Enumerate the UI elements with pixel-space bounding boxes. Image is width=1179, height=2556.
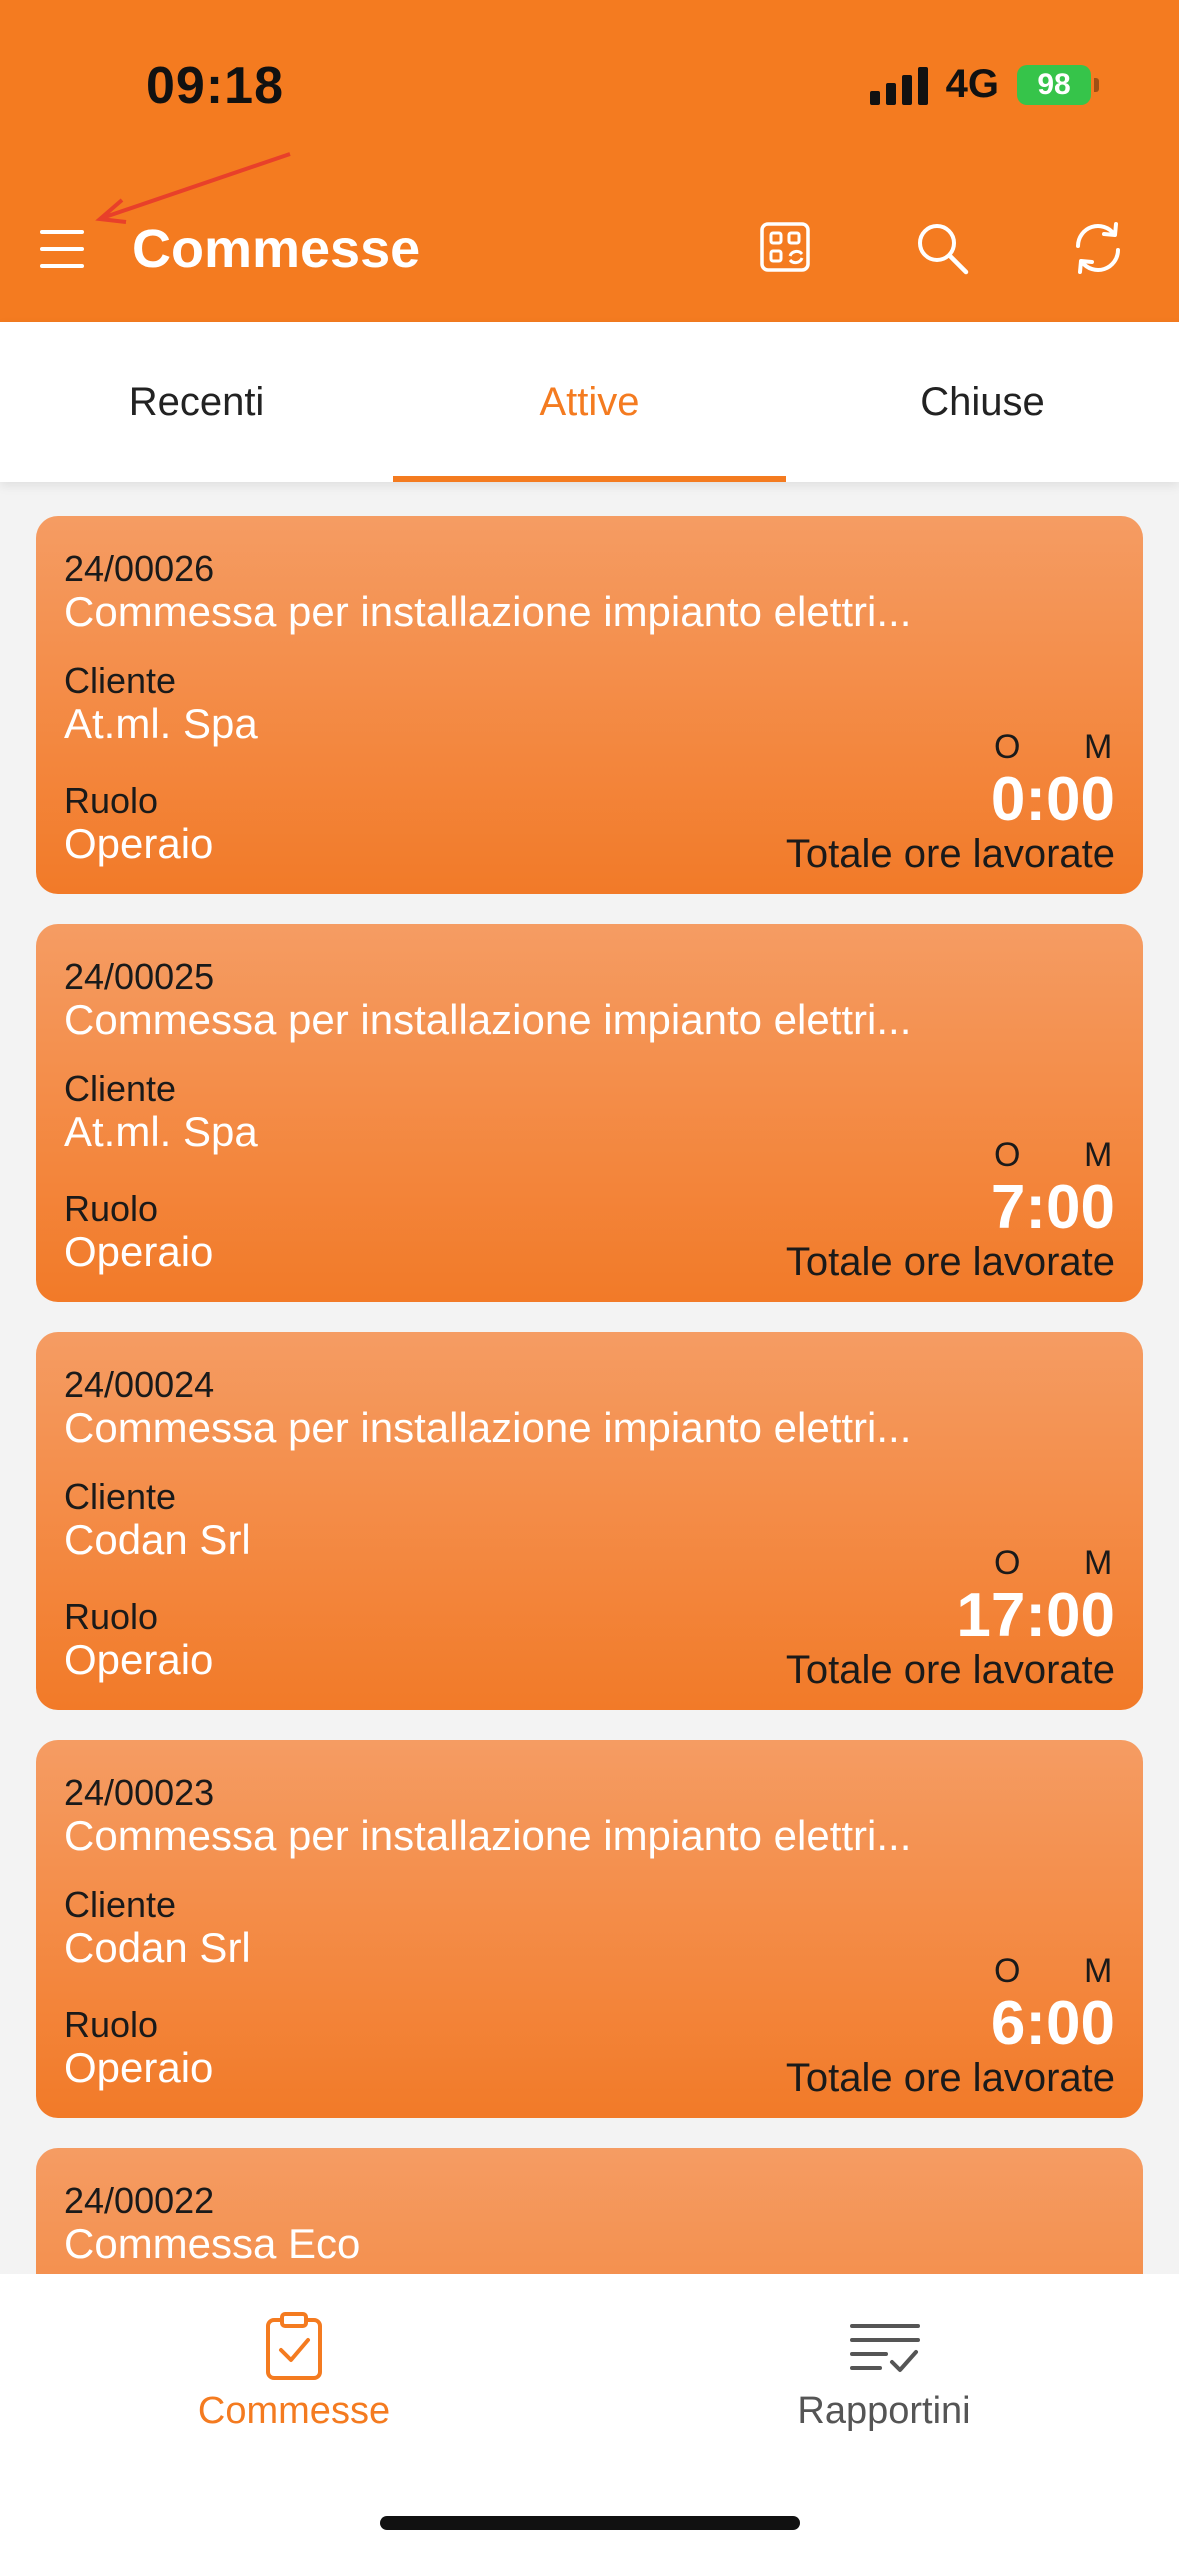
refresh-icon[interactable]: [1070, 220, 1126, 276]
commessa-description: Commessa per installazione impianto elet…: [64, 996, 912, 1043]
search-icon[interactable]: [914, 220, 970, 276]
commessa-description: Commessa per installazione impianto elet…: [64, 588, 912, 635]
nav-rapportini[interactable]: Rapportini: [674, 2312, 1094, 2432]
network-label: 4G: [945, 62, 999, 106]
role-value: Operaio: [64, 820, 214, 867]
bottom-nav: Commesse Rapportini: [0, 2274, 1179, 2556]
hours-o-label: O: [994, 1136, 1021, 1174]
tab-bar: Recenti Attive Chiuse: [0, 322, 1179, 482]
status-time: 09:18: [146, 57, 284, 115]
clipboard-check-icon: [266, 2312, 322, 2380]
total-hours-label: Totale ore lavorate: [785, 2056, 1115, 2100]
client-name: At.ml. Spa: [64, 1108, 258, 1155]
client-label: Cliente: [64, 660, 177, 701]
minutes-m-label: M: [1084, 1136, 1113, 1174]
commessa-card[interactable]: 24/00025 Commessa per installazione impi…: [36, 924, 1143, 1302]
commessa-code: 24/00025: [64, 956, 215, 997]
role-value: Operaio: [64, 1636, 214, 1683]
commessa-description: Commessa Eco: [64, 2220, 361, 2267]
total-hours-label: Totale ore lavorate: [785, 832, 1115, 876]
client-label: Cliente: [64, 1884, 177, 1925]
minutes-m-label: M: [1084, 1544, 1113, 1582]
role-label: Ruolo: [64, 1188, 159, 1229]
client-name: At.ml. Spa: [64, 700, 258, 747]
commessa-card[interactable]: 24/00022 Commessa Eco: [36, 2148, 1143, 2274]
signal-icon: [869, 65, 928, 105]
minutes-m-label: M: [1084, 728, 1113, 766]
tab-attive[interactable]: Attive: [393, 322, 786, 482]
role-label: Ruolo: [64, 780, 159, 821]
role-label: Ruolo: [64, 2004, 159, 2045]
battery-icon: 98: [1017, 64, 1099, 105]
role-label: Ruolo: [64, 1596, 159, 1637]
commessa-code: 24/00022: [64, 2180, 215, 2221]
commesse-list[interactable]: 24/00026 Commessa per installazione impi…: [0, 482, 1179, 2274]
hours-o-label: O: [994, 1952, 1021, 1990]
client-label: Cliente: [64, 1476, 177, 1517]
client-name: Codan Srl: [64, 1516, 251, 1563]
commessa-card[interactable]: 24/00024 Commessa per installazione impi…: [36, 1332, 1143, 1710]
nav-rapportini-label: Rapportini: [797, 2390, 971, 2432]
commessa-code: 24/00026: [64, 548, 215, 589]
tab-recenti[interactable]: Recenti: [0, 322, 393, 482]
app-header: 09:18 4G 98 Commesse: [0, 0, 1179, 322]
annotation-arrow: [95, 152, 291, 224]
commessa-description: Commessa per installazione impianto elet…: [64, 1812, 912, 1859]
client-label: Cliente: [64, 1068, 177, 1109]
qr-sync-icon[interactable]: [758, 220, 814, 276]
battery-level: 98: [1017, 64, 1091, 105]
total-hours: 0:00: [990, 765, 1115, 834]
total-hours: 7:00: [990, 1173, 1115, 1242]
nav-commesse[interactable]: Commesse: [84, 2312, 504, 2432]
commessa-description: Commessa per installazione impianto elet…: [64, 1404, 912, 1451]
tab-chiuse[interactable]: Chiuse: [786, 322, 1179, 482]
menu-icon[interactable]: [40, 230, 84, 268]
page-title: Commesse: [132, 219, 421, 279]
battery-cap: [1094, 77, 1099, 92]
total-hours-label: Totale ore lavorate: [785, 1648, 1115, 1692]
list-check-icon: [850, 2324, 920, 2372]
status-indicators: 4G 98: [869, 62, 1099, 107]
total-hours: 6:00: [990, 1989, 1115, 2058]
client-name: Codan Srl: [64, 1924, 251, 1971]
commessa-card[interactable]: 24/00026 Commessa per installazione impi…: [36, 516, 1143, 894]
commessa-card[interactable]: 24/00023 Commessa per installazione impi…: [36, 1740, 1143, 2118]
commessa-code: 24/00024: [64, 1364, 215, 1405]
hours-o-label: O: [994, 728, 1021, 766]
hours-o-label: O: [994, 1544, 1021, 1582]
home-indicator[interactable]: [380, 2516, 800, 2530]
minutes-m-label: M: [1084, 1952, 1113, 1990]
commessa-code: 24/00023: [64, 1772, 215, 1813]
total-hours: 17:00: [956, 1581, 1115, 1650]
role-value: Operaio: [64, 2044, 214, 2091]
nav-commesse-label: Commesse: [197, 2390, 391, 2432]
role-value: Operaio: [64, 1228, 214, 1275]
total-hours-label: Totale ore lavorate: [785, 1240, 1115, 1284]
